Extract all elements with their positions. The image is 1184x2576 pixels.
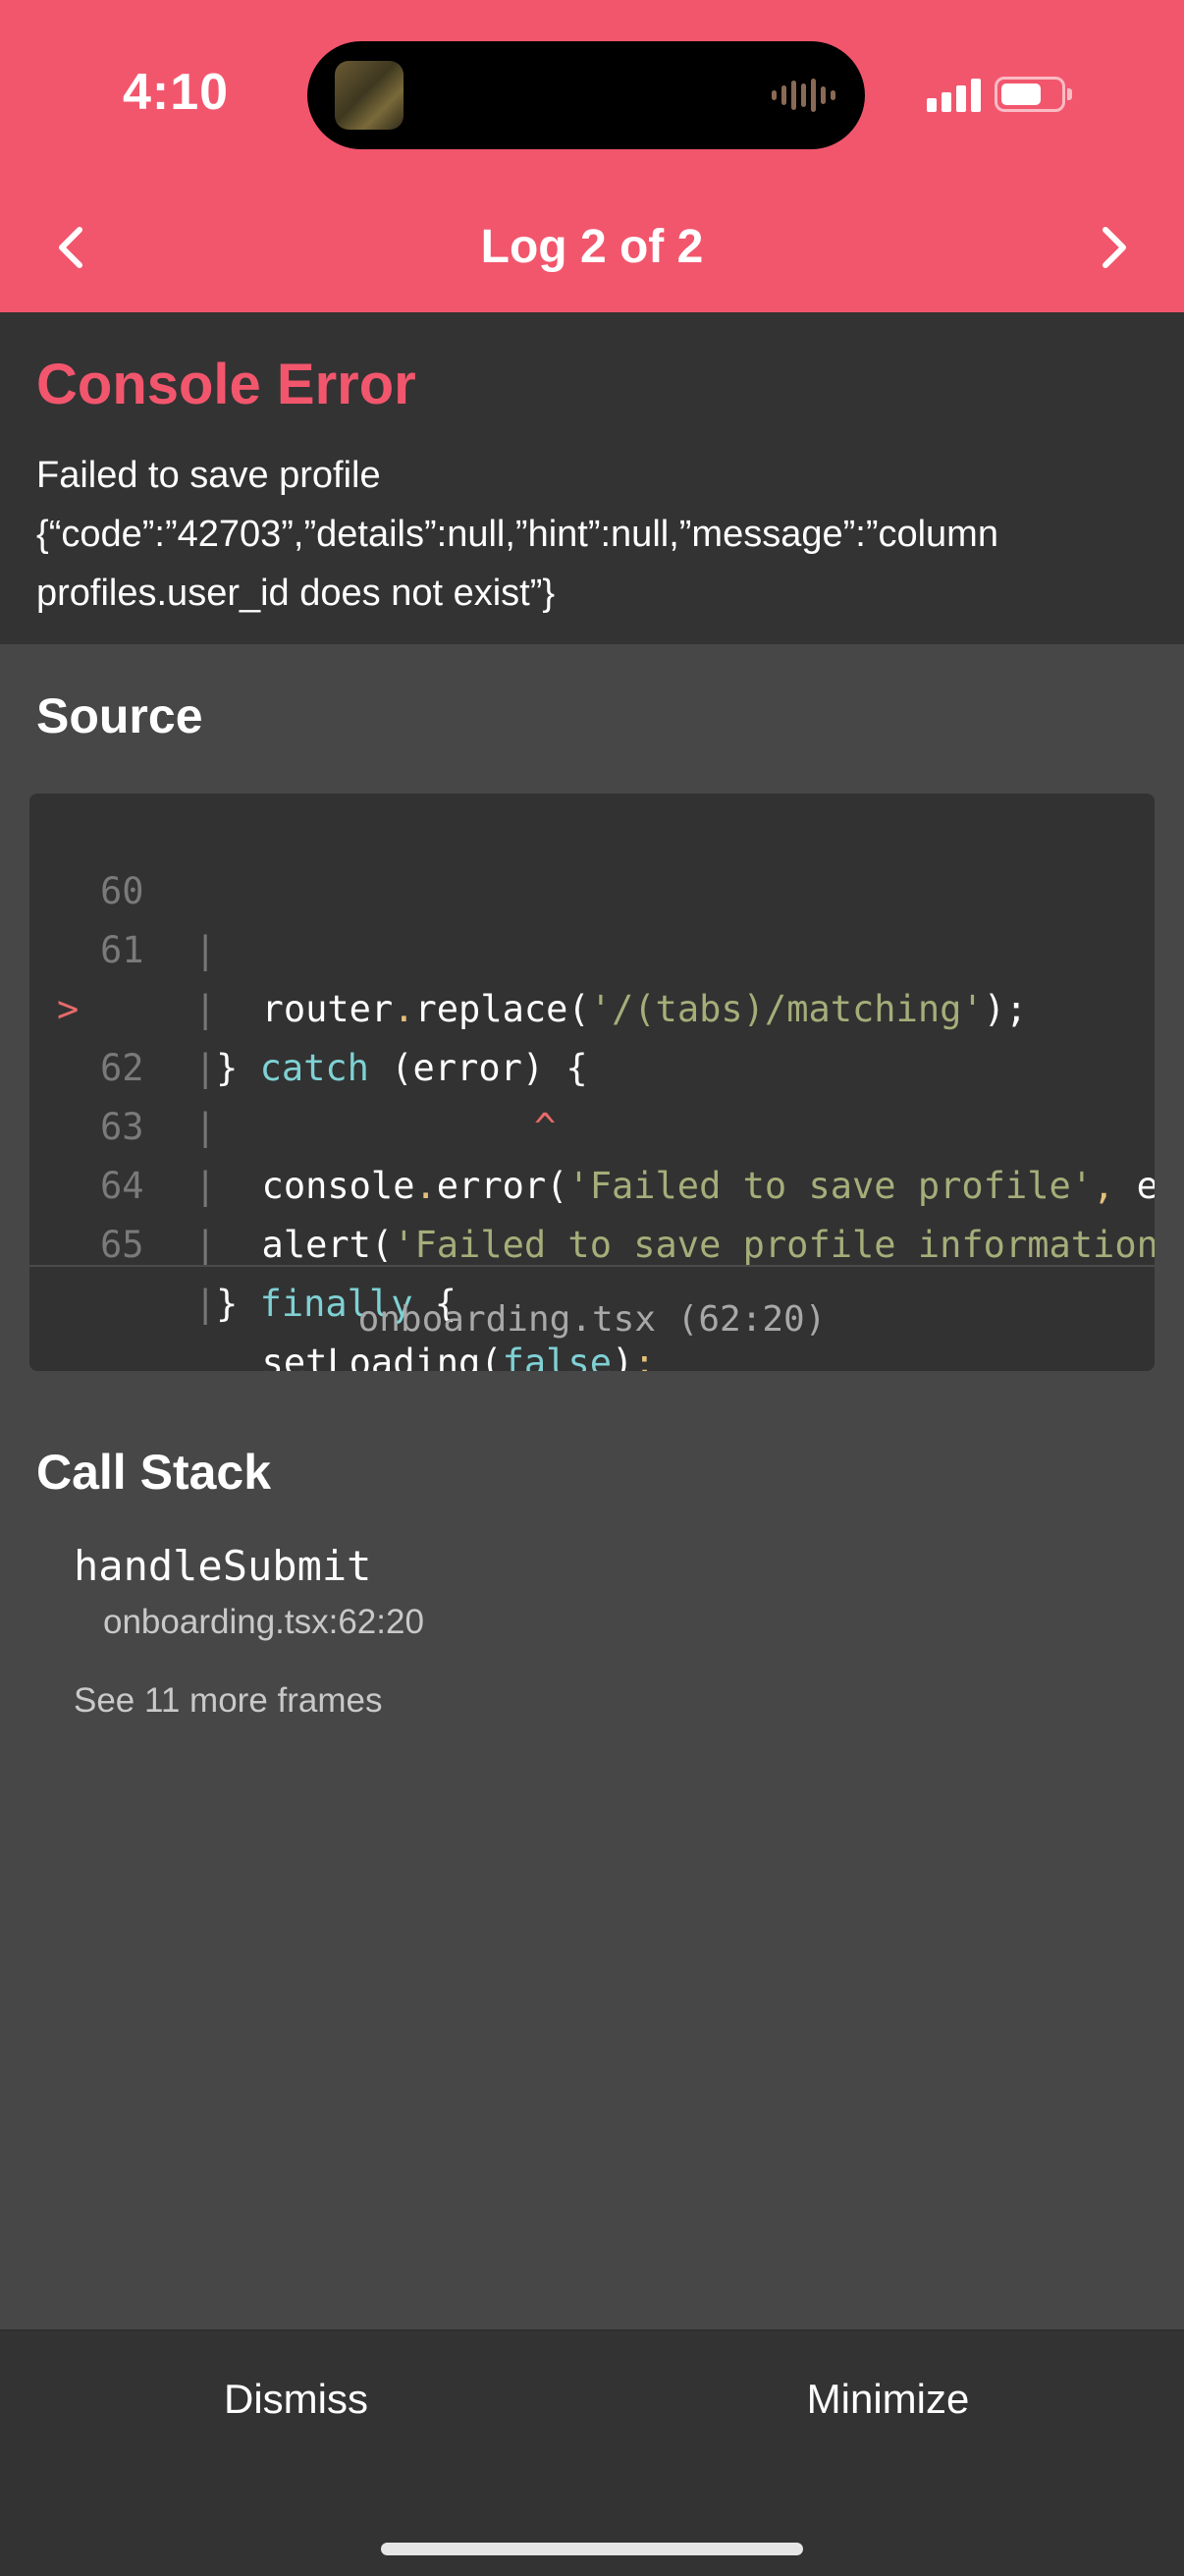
- code-line: 64 | } finally {: [29, 1098, 1155, 1325]
- see-more-frames-button[interactable]: See 11 more frames: [74, 1681, 383, 1721]
- source-file-reference[interactable]: onboarding.tsx (62:20): [29, 1265, 1155, 1371]
- code-line-highlighted: > 62 | console.error('Failed to save pro…: [29, 921, 1155, 1207]
- minimize-button[interactable]: Minimize: [592, 2376, 1184, 2423]
- battery-tip: [1067, 88, 1072, 100]
- code-line: 65 | setLoading(false);: [29, 1157, 1155, 1371]
- dynamic-island: [307, 41, 865, 149]
- next-log-button[interactable]: [1085, 218, 1144, 277]
- code-line-caret: | ^: [29, 980, 1155, 1148]
- error-message-line2: {“code”:”42703”,”details”:null,”hint”:nu…: [36, 514, 998, 614]
- dismiss-button[interactable]: Dismiss: [0, 2376, 592, 2423]
- error-summary: Console Error Failed to save profile {“c…: [0, 312, 1184, 644]
- chevron-right-icon: [1103, 227, 1126, 268]
- stack-frame-function[interactable]: handleSubmit: [74, 1542, 371, 1590]
- error-title: Console Error: [36, 353, 416, 416]
- battery-icon: [995, 77, 1065, 112]
- log-counter-title: Log 2 of 2: [480, 221, 704, 273]
- audio-waveform-icon: [772, 79, 835, 112]
- cellular-signal-icon: [927, 79, 981, 112]
- call-stack-heading: Call Stack: [36, 1445, 272, 1500]
- stack-frame-location[interactable]: onboarding.tsx:62:20: [103, 1603, 424, 1642]
- error-message: Failed to save profile {“code”:”42703”,”…: [36, 446, 1156, 623]
- code-lines: 60 | router.replace('/(tabs)/matching');…: [29, 803, 1155, 1371]
- error-message-line1: Failed to save profile: [36, 455, 381, 496]
- home-indicator[interactable]: [381, 2543, 803, 2555]
- bottom-action-bar: Dismiss Minimize: [0, 2329, 1184, 2576]
- status-time: 4:10: [123, 64, 230, 121]
- code-line: 63 | alert('Failed to save profile infor…: [29, 1039, 1155, 1266]
- code-line: 60 | router.replace('/(tabs)/matching');: [29, 803, 1155, 1030]
- source-code-frame[interactable]: 60 | router.replace('/(tabs)/matching');…: [29, 794, 1155, 1371]
- source-heading: Source: [36, 688, 203, 743]
- now-playing-artwork: [335, 61, 404, 130]
- code-line: 61 | } catch (error) {: [29, 862, 1155, 1089]
- log-header: 4:10 Log 2 of 2: [0, 0, 1184, 312]
